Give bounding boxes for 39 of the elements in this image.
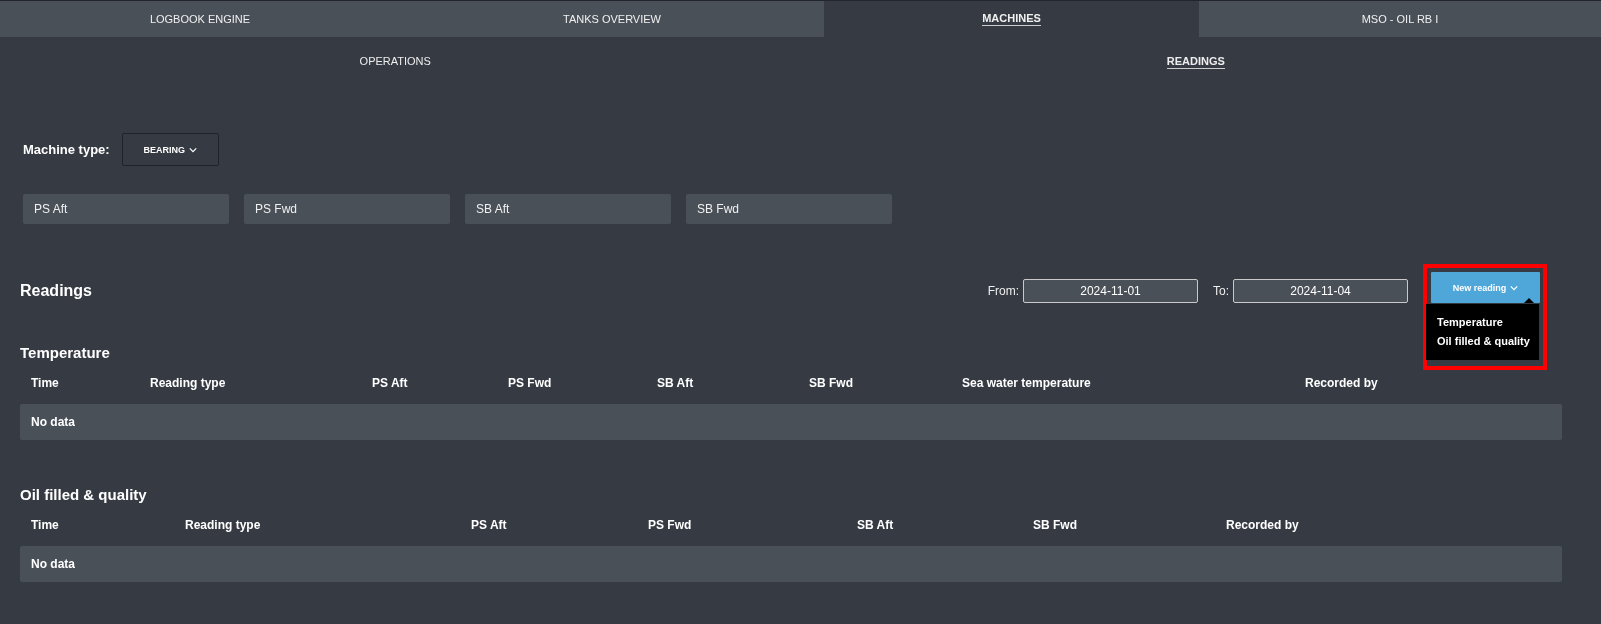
field-label: From: [987,284,1019,298]
empty-message: No data [31,415,75,429]
column-header: SB Aft [857,518,895,532]
section-title: Oil filled & quality [20,486,147,503]
tab[interactable]: LOGBOOK ENGINE [0,1,400,37]
machine-chip[interactable]: PS Fwd [244,194,450,224]
machine-chip[interactable]: SB Fwd [686,194,892,224]
column-header: Time [31,518,60,532]
column-header: SB Fwd [1033,518,1078,532]
tab[interactable]: MSO - OIL RB I [1199,1,1601,37]
tab[interactable]: TANKS OVERVIEW [400,1,824,37]
machine-type-dropdown[interactable]: BEARING [121,133,219,166]
chevron-down-icon [188,146,197,153]
column-header: Time [31,376,60,390]
column-header: PS Fwd [508,376,553,390]
column-header: PS Fwd [648,518,693,532]
column-header: SB Aft [657,376,695,390]
column-header: PS Aft [372,376,409,390]
column-header: SB Fwd [809,376,854,390]
column-header: Recorded by [1305,376,1379,390]
section-title: Temperature [20,344,110,361]
column-header: PS Aft [471,518,508,532]
machine-chip[interactable]: PS Aft [23,194,229,224]
menu-item[interactable]: Oil filled & quality [1437,332,1539,351]
field-label: Machine type: [23,142,110,157]
empty-message: No data [31,557,75,571]
subtab[interactable]: OPERATIONS [359,55,431,68]
column-header: Sea water temperature [962,376,1092,390]
menu-item[interactable]: Temperature [1437,313,1539,332]
machine-chip[interactable]: SB Aft [465,194,671,224]
section-title: Readings [20,282,92,300]
date-field[interactable]: 2024-11-01 [1023,279,1198,303]
column-header: Reading type [150,376,227,390]
field-label: To: [1213,284,1229,298]
column-header: Reading type [185,518,262,532]
column-header: Recorded by [1226,518,1300,532]
date-field[interactable]: 2024-11-04 [1233,279,1408,303]
chevron-down-icon [1510,284,1519,291]
subtab[interactable]: READINGS [1166,55,1225,69]
